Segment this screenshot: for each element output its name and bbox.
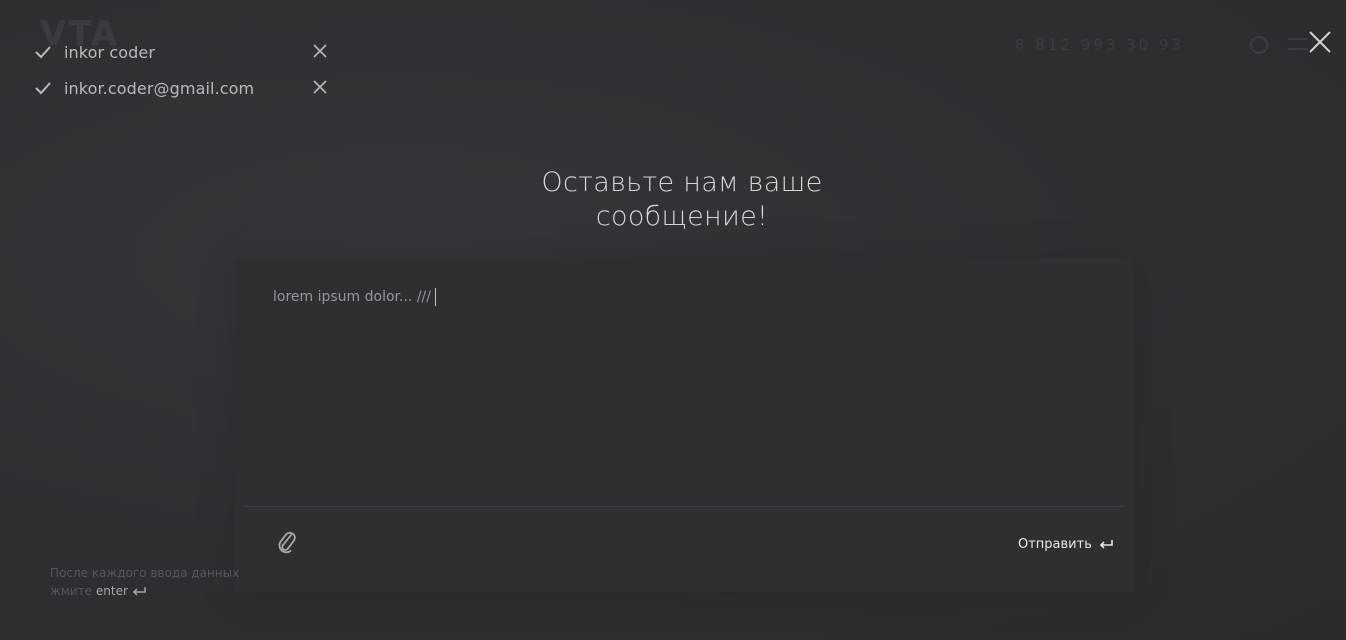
form-title-line2: сообщение! — [595, 201, 769, 232]
entered-item-email: inkor.coder@gmail.com — [34, 70, 334, 106]
entered-value: inkor coder — [64, 42, 155, 62]
entered-item-name: inkor coder — [34, 34, 334, 70]
check-icon — [35, 46, 51, 59]
divider — [244, 506, 1124, 507]
enter-return-icon — [1099, 540, 1113, 549]
enter-return-icon — [132, 587, 146, 596]
text-caret — [434, 288, 436, 306]
message-value: lorem ipsum dolor... /// — [273, 289, 431, 305]
send-button[interactable]: Отправить — [1018, 534, 1114, 554]
form-title-line1: Оставьте нам ваше — [541, 167, 823, 198]
remove-icon[interactable] — [312, 79, 328, 95]
paperclip-icon[interactable] — [275, 528, 299, 554]
entered-value: inkor.coder@gmail.com — [64, 78, 255, 98]
entered-values-list: inkor coder inkor.coder@gmail.com — [34, 34, 334, 106]
enter-hint: После каждого ввода данных жмите enter — [50, 564, 250, 600]
message-textarea[interactable]: lorem ipsum dolor... /// — [273, 288, 436, 306]
close-button[interactable] — [1306, 28, 1334, 56]
hint-key: enter — [95, 584, 128, 598]
message-panel: lorem ipsum dolor... /// Отправить — [235, 258, 1133, 592]
background-search-icon — [1250, 36, 1268, 54]
check-icon — [35, 82, 51, 95]
close-icon — [1309, 31, 1331, 53]
background-menu-icon — [1288, 38, 1308, 50]
remove-icon[interactable] — [312, 43, 328, 59]
send-button-label: Отправить — [1018, 536, 1092, 552]
form-title: Оставьте нам ваше сообщение! — [480, 166, 884, 234]
background-phone: 8 812 993 30 93 — [1015, 36, 1185, 54]
